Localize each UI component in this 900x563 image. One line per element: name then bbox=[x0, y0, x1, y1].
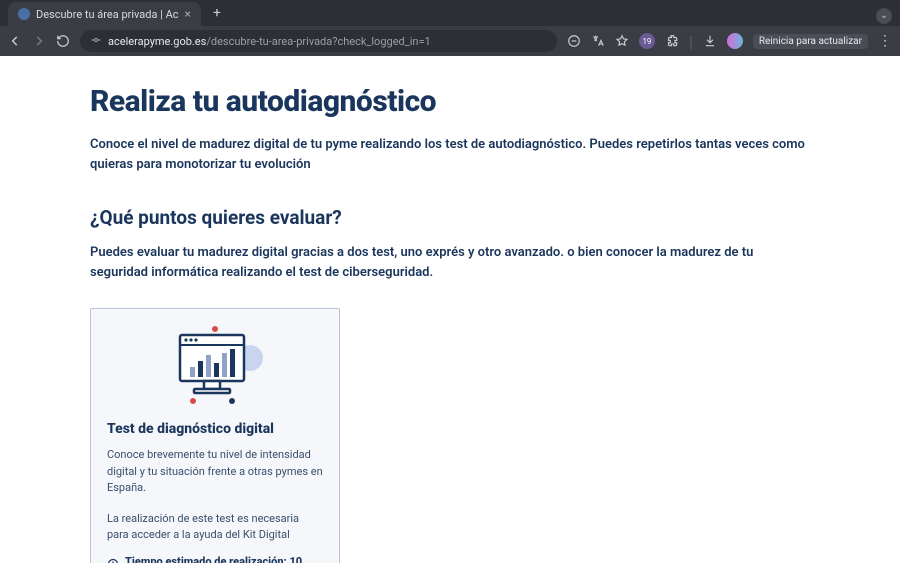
card-title: Test de diagnóstico digital bbox=[107, 421, 323, 437]
card-illustration bbox=[107, 323, 323, 413]
browser-tab[interactable]: Descubre tu área privada | Ac × bbox=[8, 2, 201, 26]
main-content: Realiza tu autodiagnóstico Conoce el niv… bbox=[90, 56, 810, 563]
reload-button[interactable] bbox=[56, 34, 70, 48]
forward-button[interactable] bbox=[32, 34, 46, 48]
tab-favicon-icon bbox=[18, 8, 30, 20]
card-time-row: Tiempo estimado de realización: 10 min. bbox=[107, 554, 323, 563]
extension-badge[interactable]: 19 bbox=[639, 33, 655, 49]
translate-icon[interactable] bbox=[591, 34, 605, 48]
window-expand-button[interactable]: ⌄ bbox=[876, 3, 892, 24]
kebab-menu-icon[interactable]: ⋮ bbox=[878, 33, 892, 49]
profile-avatar[interactable] bbox=[727, 33, 743, 49]
extensions-icon[interactable] bbox=[665, 34, 679, 48]
toolbar-right-icons: 19 | Reinicia para actualizar ⋮ bbox=[567, 32, 892, 51]
update-button[interactable]: Reinicia para actualizar bbox=[753, 34, 868, 49]
card-description: Conoce brevemente tu nivel de intensidad… bbox=[107, 447, 323, 497]
tab-title: Descubre tu área privada | Ac bbox=[36, 8, 179, 21]
test-card-digital[interactable]: Test de diagnóstico digital Conoce breve… bbox=[90, 308, 340, 563]
section-sub: Puedes evaluar tu madurez digital gracia… bbox=[90, 243, 810, 282]
url-path: /descubre-tu-area-privada?check_logged_i… bbox=[206, 35, 430, 48]
section-title: ¿Qué puntos quieres evaluar? bbox=[90, 206, 810, 229]
browser-toolbar: acelerapyme.gob.es/descubre-tu-area-priv… bbox=[0, 26, 900, 56]
card-time-label: Tiempo estimado de realización: 10 min. bbox=[125, 554, 323, 563]
back-button[interactable] bbox=[8, 34, 22, 48]
site-info-icon[interactable] bbox=[90, 34, 102, 49]
page-title: Realiza tu autodiagnóstico bbox=[90, 84, 810, 119]
url-host: acelerapyme.gob.es bbox=[108, 35, 206, 48]
url-text: acelerapyme.gob.es/descubre-tu-area-priv… bbox=[108, 35, 431, 48]
card-note: La realización de este test es necesaria… bbox=[107, 511, 323, 544]
page-viewport[interactable]: Realiza tu autodiagnóstico Conoce el niv… bbox=[0, 56, 900, 563]
ad-info-icon[interactable] bbox=[567, 34, 581, 48]
new-tab-button[interactable]: + bbox=[207, 5, 227, 21]
download-icon[interactable] bbox=[703, 34, 717, 48]
tab-strip: Descubre tu área privada | Ac × + ⌄ bbox=[0, 0, 900, 26]
bookmark-icon[interactable] bbox=[615, 34, 629, 48]
browser-chrome: Descubre tu área privada | Ac × + ⌄ acel… bbox=[0, 0, 900, 56]
address-bar[interactable]: acelerapyme.gob.es/descubre-tu-area-priv… bbox=[80, 30, 557, 52]
clock-icon bbox=[107, 555, 119, 563]
page-lead: Conoce el nivel de madurez digital de tu… bbox=[90, 135, 810, 174]
tab-close-icon[interactable]: × bbox=[185, 8, 191, 20]
